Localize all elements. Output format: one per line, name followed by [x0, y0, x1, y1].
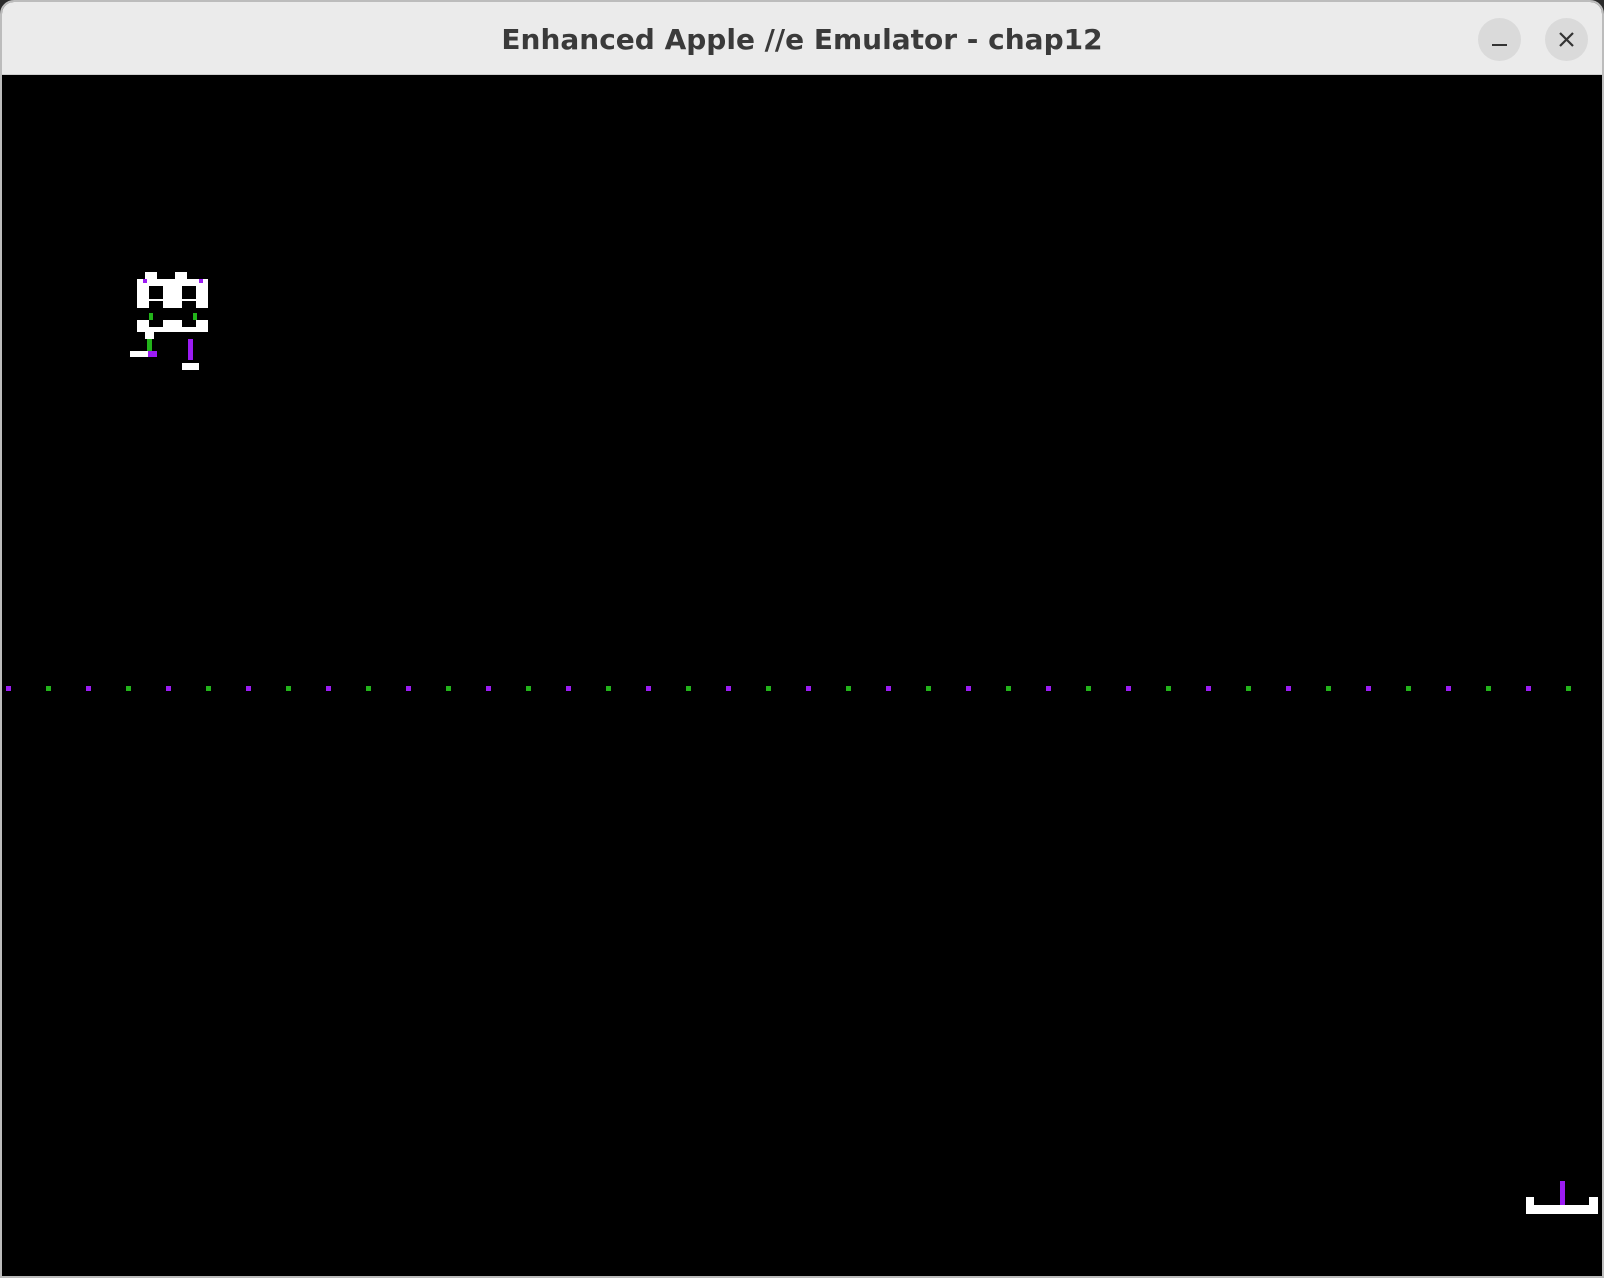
robot-sprite — [130, 272, 208, 370]
ground-dot — [1286, 686, 1291, 691]
emulator-screen[interactable] — [2, 76, 1602, 1276]
ground-dot — [926, 686, 931, 691]
close-button[interactable] — [1545, 18, 1588, 61]
ground-dot — [886, 686, 891, 691]
ground-dot — [46, 686, 51, 691]
ground-dot — [686, 686, 691, 691]
ground-dot — [766, 686, 771, 691]
title-bar[interactable]: Enhanced Apple //e Emulator - chap12 — [2, 2, 1602, 75]
window-title: Enhanced Apple //e Emulator - chap12 — [501, 23, 1103, 56]
ground-dot — [406, 686, 411, 691]
dotted-ground-line — [6, 686, 1571, 691]
player-ship — [1526, 1181, 1598, 1214]
ground-dot — [1046, 686, 1051, 691]
ground-dot — [806, 686, 811, 691]
ground-dot — [846, 686, 851, 691]
ground-dot — [286, 686, 291, 691]
ground-dot — [1326, 686, 1331, 691]
ground-dot — [1406, 686, 1411, 691]
ground-dot — [326, 686, 331, 691]
ground-dot — [486, 686, 491, 691]
ground-dot — [1166, 686, 1171, 691]
hires-graphics-canvas — [6, 272, 1598, 1214]
ground-dot — [366, 686, 371, 691]
ground-dot — [86, 686, 91, 691]
minimize-button[interactable] — [1478, 18, 1521, 61]
ground-dot — [6, 686, 11, 691]
ground-dot — [1526, 686, 1531, 691]
ground-dot — [526, 686, 531, 691]
ground-dot — [726, 686, 731, 691]
ground-dot — [246, 686, 251, 691]
ground-dot — [966, 686, 971, 691]
ground-dot — [206, 686, 211, 691]
ground-dot — [1246, 686, 1251, 691]
ground-dot — [446, 686, 451, 691]
minimize-icon — [1492, 44, 1507, 46]
ground-dot — [1566, 686, 1571, 691]
emulator-window: Enhanced Apple //e Emulator - chap12 — [0, 0, 1604, 1278]
ground-dot — [166, 686, 171, 691]
ground-dot — [1126, 686, 1131, 691]
ground-dot — [1006, 686, 1011, 691]
ground-dot — [1206, 686, 1211, 691]
ground-dot — [646, 686, 651, 691]
ground-dot — [566, 686, 571, 691]
ground-dot — [1086, 686, 1091, 691]
close-icon — [1559, 32, 1574, 47]
ground-dot — [606, 686, 611, 691]
ground-dot — [126, 686, 131, 691]
ground-dot — [1366, 686, 1371, 691]
ground-dot — [1446, 686, 1451, 691]
ground-dot — [1486, 686, 1491, 691]
